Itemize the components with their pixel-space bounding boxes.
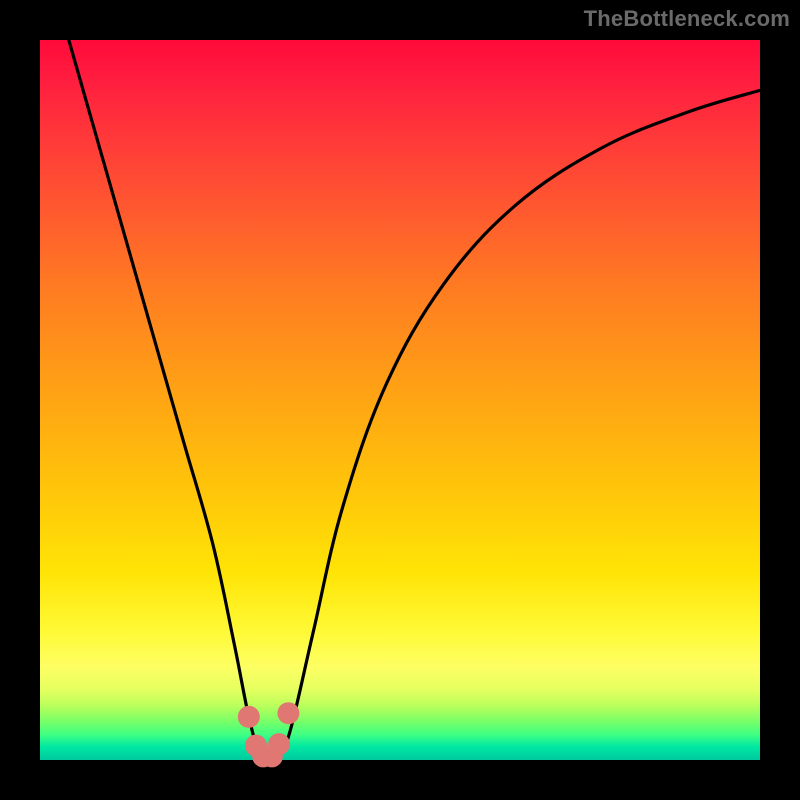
chart-frame: TheBottleneck.com	[0, 0, 800, 800]
watermark-text: TheBottleneck.com	[584, 6, 790, 32]
curve-layer	[40, 40, 760, 760]
plot-area	[40, 40, 760, 760]
curve-marker	[277, 702, 299, 724]
curve-marker	[268, 733, 290, 755]
bottleneck-curve	[69, 40, 760, 760]
curve-marker	[238, 706, 260, 728]
